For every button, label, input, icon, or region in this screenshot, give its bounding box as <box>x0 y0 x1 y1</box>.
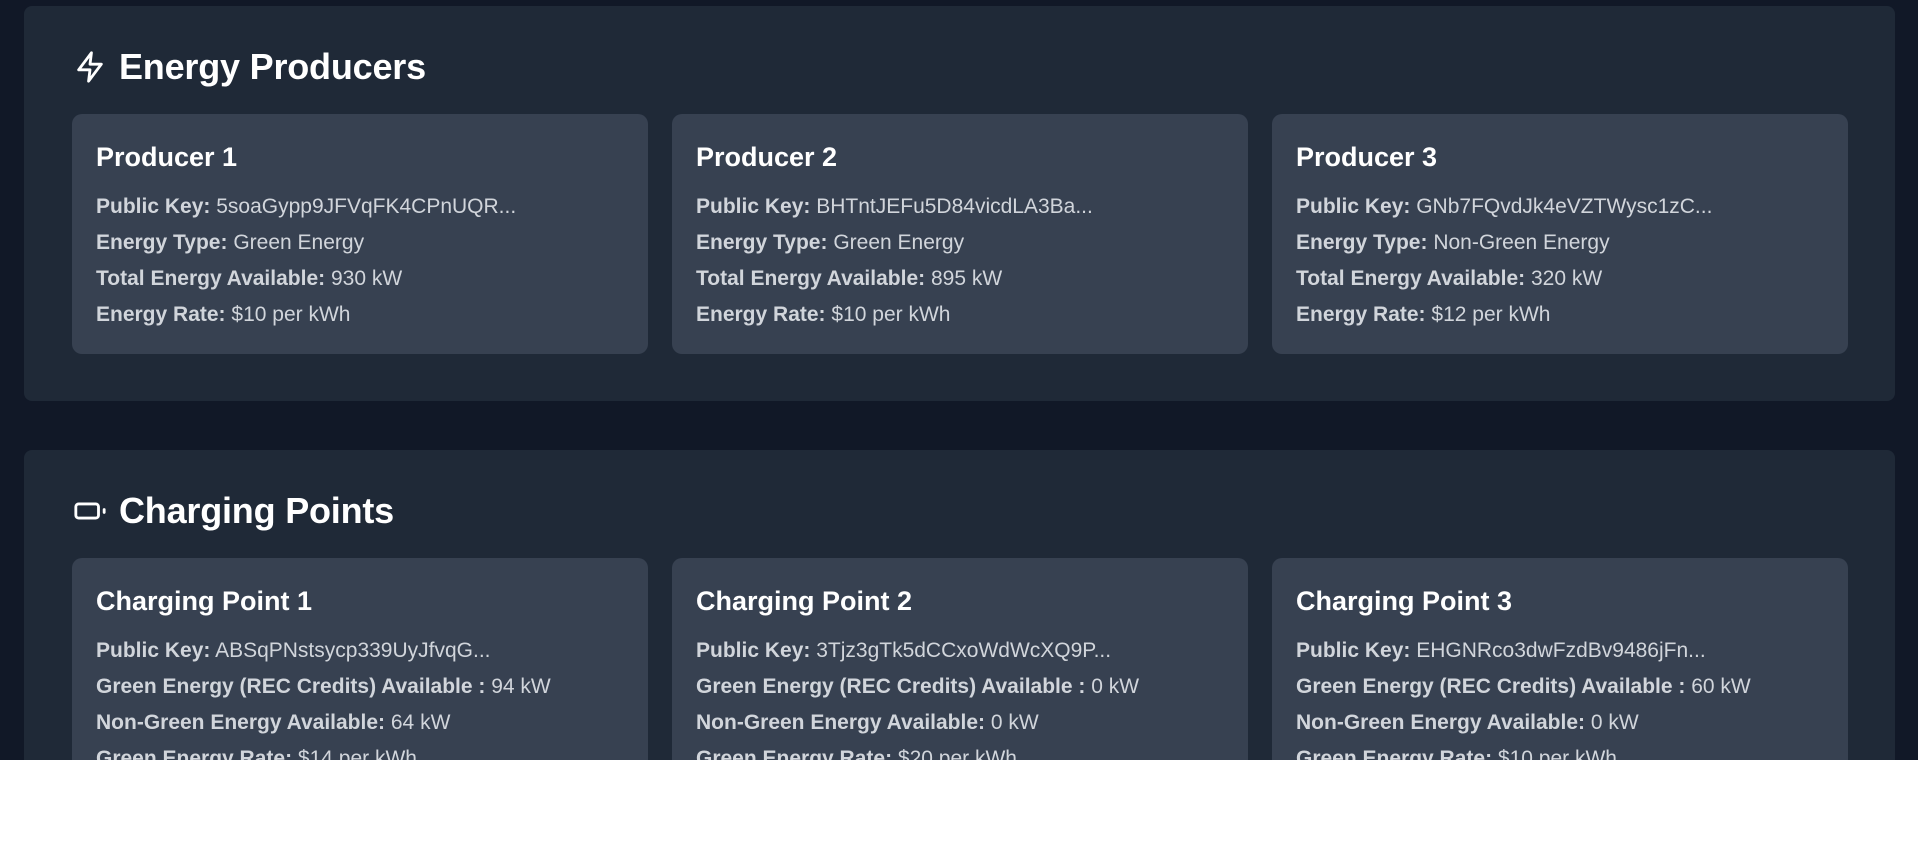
field-label: Non-Green Energy Available: <box>696 711 986 734</box>
green-energy-rate-field: Green Energy Rate: $20 per kWh <box>696 741 1224 760</box>
field-value: EHGNRco3dwFzdBv9486jFn... <box>1416 639 1706 662</box>
total-energy-field: Total Energy Available: 930 kW <box>96 261 624 297</box>
producer-card: Producer 3 Public Key: GNb7FQvdJk4eVZTWy… <box>1272 114 1848 354</box>
field-value: $10 per kWh <box>1497 747 1617 760</box>
energy-producers-header: Energy Producers <box>73 46 426 88</box>
section-title: Energy Producers <box>119 46 426 87</box>
energy-rate-field: Energy Rate: $10 per kWh <box>696 297 1224 333</box>
field-label: Non-Green Energy Available: <box>1296 711 1586 734</box>
non-green-energy-field: Non-Green Energy Available: 64 kW <box>96 705 624 741</box>
public-key-field: Public Key: BHTntJEFu5D84vicdLA3Ba... <box>696 189 1224 225</box>
green-energy-field: Green Energy (REC Credits) Available : 9… <box>96 669 624 705</box>
energy-type-field: Energy Type: Non-Green Energy <box>1296 225 1824 261</box>
field-value: 895 kW <box>930 267 1003 290</box>
field-label: Green Energy Rate: <box>96 747 293 760</box>
field-label: Total Energy Available: <box>696 267 926 290</box>
field-value: $10 per kWh <box>231 303 351 326</box>
total-energy-field: Total Energy Available: 895 kW <box>696 261 1224 297</box>
field-value: $10 per kWh <box>831 303 951 326</box>
public-key-field: Public Key: GNb7FQvdJk4eVZTWysc1zC... <box>1296 189 1824 225</box>
field-value: ABSqPNstsycp339UyJfvqG... <box>215 639 491 662</box>
dashboard-viewport: Energy Producers Producer 1 Public Key: … <box>0 0 1918 760</box>
field-value: Non-Green Energy <box>1433 231 1610 254</box>
charging-points-header: Charging Points <box>73 490 394 532</box>
energy-rate-field: Energy Rate: $12 per kWh <box>1296 297 1824 333</box>
field-value: Green Energy <box>833 231 965 254</box>
field-label: Energy Rate: <box>96 303 226 326</box>
field-value: 3Tjz3gTk5dCCxoWdWcXQ9P... <box>816 639 1112 662</box>
field-label: Total Energy Available: <box>96 267 326 290</box>
field-label: Green Energy Rate: <box>696 747 893 760</box>
green-energy-rate-field: Green Energy Rate: $10 per kWh <box>1296 741 1824 760</box>
field-value: 0 kW <box>1091 675 1140 698</box>
field-label: Energy Rate: <box>1296 303 1426 326</box>
field-label: Green Energy (REC Credits) Available : <box>696 675 1086 698</box>
field-label: Green Energy (REC Credits) Available : <box>96 675 486 698</box>
field-value: 0 kW <box>1590 711 1639 734</box>
charging-point-cards: Charging Point 1 Public Key: ABSqPNstsyc… <box>72 558 1848 760</box>
field-label: Energy Type: <box>96 231 228 254</box>
field-value: $20 per kWh <box>897 747 1017 760</box>
field-label: Green Energy (REC Credits) Available : <box>1296 675 1686 698</box>
field-label: Non-Green Energy Available: <box>96 711 386 734</box>
producer-card: Producer 1 Public Key: 5soaGypp9JFVqFK4C… <box>72 114 648 354</box>
energy-type-field: Energy Type: Green Energy <box>96 225 624 261</box>
field-value: $12 per kWh <box>1431 303 1551 326</box>
producer-card: Producer 2 Public Key: BHTntJEFu5D84vicd… <box>672 114 1248 354</box>
field-label: Energy Rate: <box>696 303 826 326</box>
card-title: Producer 3 <box>1296 142 1438 172</box>
public-key-field: Public Key: EHGNRco3dwFzdBv9486jFn... <box>1296 633 1824 669</box>
public-key-field: Public Key: 5soaGypp9JFVqFK4CPnUQR... <box>96 189 624 225</box>
battery-icon <box>73 493 107 529</box>
field-label: Total Energy Available: <box>1296 267 1526 290</box>
field-label: Energy Type: <box>1296 231 1428 254</box>
field-value: 60 kW <box>1691 675 1751 698</box>
energy-rate-field: Energy Rate: $10 per kWh <box>96 297 624 333</box>
field-value: $14 per kWh <box>297 747 417 760</box>
card-title: Producer 1 <box>96 142 238 172</box>
green-energy-field: Green Energy (REC Credits) Available : 0… <box>696 669 1224 705</box>
field-value: 64 kW <box>390 711 451 734</box>
charging-point-card: Charging Point 3 Public Key: EHGNRco3dwF… <box>1272 558 1848 760</box>
field-value: Green Energy <box>233 231 365 254</box>
producer-cards: Producer 1 Public Key: 5soaGypp9JFVqFK4C… <box>72 114 1848 354</box>
total-energy-field: Total Energy Available: 320 kW <box>1296 261 1824 297</box>
green-energy-field: Green Energy (REC Credits) Available : 6… <box>1296 669 1824 705</box>
energy-producers-section: Energy Producers Producer 1 Public Key: … <box>24 6 1895 401</box>
field-value: GNb7FQvdJk4eVZTWysc1zC... <box>1416 195 1713 218</box>
non-green-energy-field: Non-Green Energy Available: 0 kW <box>696 705 1224 741</box>
card-title: Producer 2 <box>696 142 838 172</box>
field-value: 94 kW <box>491 675 551 698</box>
field-label: Public Key: <box>1296 639 1411 662</box>
energy-type-field: Energy Type: Green Energy <box>696 225 1224 261</box>
field-label: Green Energy Rate: <box>1296 747 1493 760</box>
card-title: Charging Point 2 <box>696 586 912 616</box>
green-energy-rate-field: Green Energy Rate: $14 per kWh <box>96 741 624 760</box>
public-key-field: Public Key: 3Tjz3gTk5dCCxoWdWcXQ9P... <box>696 633 1224 669</box>
non-green-energy-field: Non-Green Energy Available: 0 kW <box>1296 705 1824 741</box>
field-label: Public Key: <box>96 639 211 662</box>
charging-point-card: Charging Point 2 Public Key: 3Tjz3gTk5dC… <box>672 558 1248 760</box>
lightning-icon <box>73 49 107 85</box>
field-label: Public Key: <box>696 639 811 662</box>
field-value: 930 kW <box>330 267 403 290</box>
charging-points-section: Charging Points Charging Point 1 Public … <box>24 450 1895 760</box>
public-key-field: Public Key: ABSqPNstsycp339UyJfvqG... <box>96 633 624 669</box>
card-title: Charging Point 1 <box>96 586 312 616</box>
field-label: Public Key: <box>96 195 211 218</box>
field-label: Public Key: <box>696 195 811 218</box>
field-value: 320 kW <box>1530 267 1603 290</box>
section-title: Charging Points <box>119 490 394 531</box>
field-label: Energy Type: <box>696 231 828 254</box>
field-label: Public Key: <box>1296 195 1411 218</box>
charging-point-card: Charging Point 1 Public Key: ABSqPNstsyc… <box>72 558 648 760</box>
field-value: 0 kW <box>990 711 1039 734</box>
field-value: BHTntJEFu5D84vicdLA3Ba... <box>816 195 1093 218</box>
field-value: 5soaGypp9JFVqFK4CPnUQR... <box>216 195 517 218</box>
card-title: Charging Point 3 <box>1296 586 1512 616</box>
